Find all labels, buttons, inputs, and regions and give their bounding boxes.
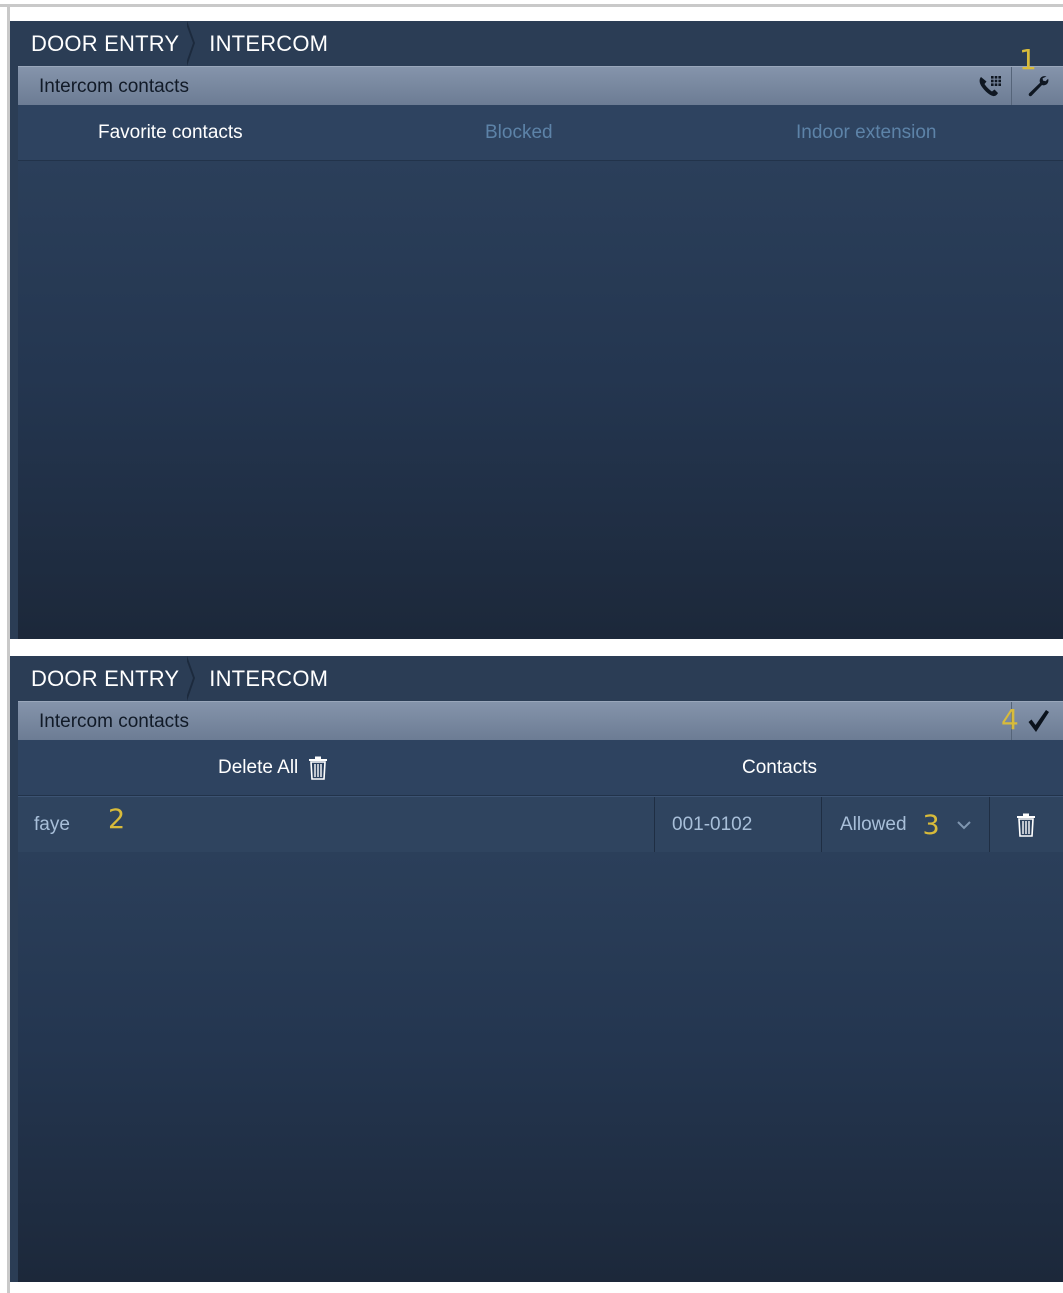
column-divider xyxy=(989,797,990,853)
title-bar: Intercom contacts xyxy=(18,66,1063,105)
delete-all-label: Delete All xyxy=(218,756,299,778)
table-row[interactable]: faye 2 001-0102 Allowed 3 xyxy=(18,796,1063,854)
intercom-contacts-edit-panel: DOOR ENTRY INTERCOM Intercom contacts 4 … xyxy=(10,656,1063,1282)
breadcrumb: DOOR ENTRY INTERCOM xyxy=(10,21,1063,66)
callout-marker-4: 4 xyxy=(1001,703,1019,736)
breadcrumb-separator xyxy=(185,21,199,66)
tab-favorite-contacts[interactable]: Favorite contacts xyxy=(98,122,243,144)
status-dropdown-value: Allowed xyxy=(840,814,907,835)
breadcrumb-door-entry[interactable]: DOOR ENTRY xyxy=(31,31,179,57)
page-title: Intercom contacts xyxy=(39,76,189,97)
checkmark-icon xyxy=(1028,710,1049,732)
page-title: Intercom contacts xyxy=(39,711,189,732)
breadcrumb-intercom[interactable]: INTERCOM xyxy=(209,666,328,692)
frame-border-top xyxy=(0,4,1063,7)
breadcrumb-door-entry[interactable]: DOOR ENTRY xyxy=(31,666,179,692)
phone-keypad-button[interactable] xyxy=(973,72,1007,100)
chevron-down-icon xyxy=(957,821,971,830)
title-bar: Intercom contacts xyxy=(18,701,1063,740)
settings-wrench-button[interactable] xyxy=(1021,72,1055,100)
contacts-column-header: Contacts xyxy=(742,757,817,778)
callout-marker-1: 1 xyxy=(1019,43,1037,76)
trash-icon xyxy=(309,756,328,780)
confirm-button[interactable] xyxy=(1021,707,1055,735)
contacts-list-area xyxy=(18,852,1063,1282)
column-divider xyxy=(821,797,822,853)
breadcrumb: DOOR ENTRY INTERCOM xyxy=(10,656,1063,701)
contacts-tab-bar: Favorite contacts Blocked Indoor extensi… xyxy=(18,105,1063,161)
wrench-icon xyxy=(1028,76,1049,97)
status-dropdown[interactable]: Allowed 3 xyxy=(840,797,972,853)
trash-icon xyxy=(1017,813,1035,837)
callout-marker-2: 2 xyxy=(108,804,126,835)
edit-header-bar: Delete All Contacts xyxy=(18,740,1063,796)
contact-number[interactable]: 001-0102 xyxy=(672,797,752,853)
title-bar-divider xyxy=(1011,67,1012,105)
phone-keypad-icon xyxy=(979,76,1001,97)
breadcrumb-intercom[interactable]: INTERCOM xyxy=(209,31,328,57)
delete-row-button[interactable] xyxy=(1016,797,1036,853)
callout-marker-3: 3 xyxy=(922,809,940,841)
tab-indoor-extension[interactable]: Indoor extension xyxy=(796,122,937,144)
intercom-contacts-view-panel: DOOR ENTRY INTERCOM Intercom contacts 1 … xyxy=(10,21,1063,639)
contacts-list-area xyxy=(18,161,1063,639)
contact-name[interactable]: faye xyxy=(34,797,70,853)
tab-blocked[interactable]: Blocked xyxy=(485,122,553,144)
column-divider xyxy=(654,797,655,853)
delete-all-button[interactable]: Delete All xyxy=(218,740,328,795)
breadcrumb-separator xyxy=(185,656,199,701)
